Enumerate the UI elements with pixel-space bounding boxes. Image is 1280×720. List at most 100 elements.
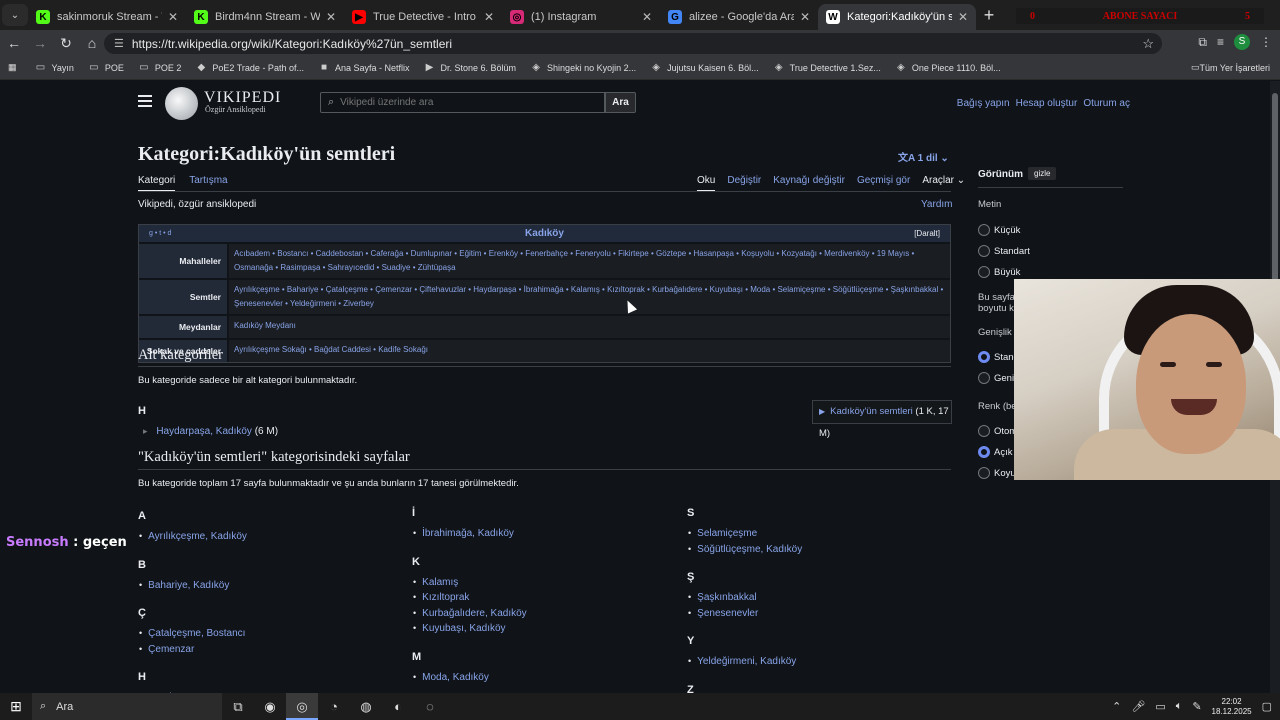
address-bar[interactable]: ☰ https://tr.wikipedia.org/wiki/Kategori… <box>104 33 1162 54</box>
bookmark-item[interactable]: ◈ Shingeki no Kyojin 2... <box>530 62 636 73</box>
page-link[interactable]: Çemenzar <box>139 644 194 655</box>
bookmark-item[interactable]: ▭ Yayın <box>35 62 74 73</box>
color-dark[interactable]: Koyu <box>978 467 1016 479</box>
text-size-standard[interactable]: Standart <box>978 245 1030 257</box>
tab-search-button[interactable]: ⌄ <box>2 4 28 26</box>
bookmark-item[interactable]: ◈ One Piece 1110. Böl... <box>895 62 1001 73</box>
browser-tab[interactable]: ▶ True Detective - Intro / Opening ✕ <box>344 4 502 30</box>
text-size-large[interactable]: Büyük <box>978 266 1020 278</box>
app-icon[interactable]: ◌ <box>414 693 446 720</box>
close-tab-icon[interactable]: ✕ <box>958 10 968 24</box>
home-icon[interactable]: ⌂ <box>80 35 104 51</box>
discord-icon[interactable]: ◔ <box>318 693 350 720</box>
windows-start-icon[interactable]: ⊞ <box>0 698 32 715</box>
page-link-text[interactable]: Moda, Kadıköy <box>422 672 489 683</box>
task-view-icon[interactable]: ⧉ <box>222 693 254 720</box>
media-icon[interactable]: ≡ <box>1217 35 1224 49</box>
page-link-text[interactable]: Çemenzar <box>148 644 194 655</box>
page-link[interactable]: Kurbağalıdere, Kadıköy <box>413 608 527 619</box>
navbox-collapse-button[interactable]: [Daralt] <box>914 225 940 242</box>
bookmark-star-icon[interactable]: ☆ <box>1142 36 1154 52</box>
page-link[interactable]: İbrahimağa, Kadıköy <box>413 528 514 539</box>
page-link-text[interactable]: Selamiçeşme <box>697 528 757 539</box>
main-menu-icon[interactable] <box>138 95 152 107</box>
page-link-text[interactable]: Kurbağalıdere, Kadıköy <box>422 608 527 619</box>
width-wide[interactable]: Geni <box>978 372 1014 384</box>
page-link[interactable]: Şenesenevler <box>688 608 758 619</box>
page-link[interactable]: Kalamış <box>413 577 458 588</box>
bookmark-item[interactable]: ◈ True Detective 1.Sez... <box>773 62 881 73</box>
page-link[interactable]: Bahariye, Kadıköy <box>139 580 229 591</box>
page-link-text[interactable]: İbrahimağa, Kadıköy <box>422 528 514 539</box>
subcategory-link[interactable]: Haydarpaşa, Kadıköy <box>156 426 252 437</box>
tab-history[interactable]: Geçmişi gör <box>857 175 910 192</box>
page-link-text[interactable]: Kalamış <box>422 577 458 588</box>
page-link[interactable]: Yeldeğirmeni, Kadıköy <box>688 656 796 667</box>
page-link[interactable]: Söğütlüçeşme, Kadıköy <box>688 544 802 555</box>
browser-tab[interactable]: Ksakinmoruk Stream - Watch Live ✕ <box>28 4 186 30</box>
bookmark-item[interactable]: ◈ Jujutsu Kaisen 6. Böl... <box>650 62 758 73</box>
page-link[interactable]: Çatalçeşme, Bostancı <box>139 628 245 639</box>
create-account-link[interactable]: Hesap oluştur <box>1016 98 1078 109</box>
page-link[interactable]: Kızıltoprak <box>413 592 469 603</box>
microphone-icon[interactable]: 🎤︎ <box>1131 700 1145 713</box>
subcategory-item[interactable]: Haydarpaşa, Kadıköy (6 M) <box>143 426 278 437</box>
page-link-text[interactable]: Söğütlüçeşme, Kadıköy <box>697 544 802 555</box>
new-tab-button[interactable]: + <box>976 5 1002 26</box>
width-standard[interactable]: Stand <box>978 351 1019 363</box>
notifications-icon[interactable]: ▢ <box>1262 700 1272 713</box>
navbox-link-list[interactable]: Kadıköy Meydanı <box>227 316 950 338</box>
text-size-small[interactable]: Küçük <box>978 224 1020 236</box>
bookmark-item[interactable]: ◆ PoE2 Trade - Path of... <box>195 62 304 73</box>
reload-icon[interactable]: ↻ <box>54 35 78 52</box>
tab-talk[interactable]: Tartışma <box>189 175 227 192</box>
page-link[interactable]: Kuyubaşı, Kadıköy <box>413 623 505 634</box>
search-button[interactable]: Ara <box>605 92 636 113</box>
close-tab-icon[interactable]: ✕ <box>642 10 652 24</box>
tab-edit-source[interactable]: Kaynağı değiştir <box>773 175 845 192</box>
navbox-link-list[interactable]: Acıbadem • Bostancı • Caddebostan • Cafe… <box>227 244 950 278</box>
tools-menu[interactable]: Araçlar ⌄ <box>922 175 965 192</box>
navbox-link-list[interactable]: Ayrılıkçeşme Sokağı • Bağdat Caddesi • K… <box>227 340 950 362</box>
wikipedia-globe-logo[interactable] <box>165 87 198 120</box>
tab-read[interactable]: Oku <box>697 175 716 192</box>
page-link-text[interactable]: Bahariye, Kadıköy <box>148 580 229 591</box>
network-icon[interactable]: ▭ <box>1155 700 1165 713</box>
page-link[interactable]: Selamiçeşme <box>688 528 757 539</box>
site-info-icon[interactable]: ☰ <box>114 37 124 50</box>
spotify-icon[interactable]: ◍ <box>350 693 382 720</box>
scrollbar-thumb[interactable] <box>1272 93 1278 283</box>
navbox-title[interactable]: Kadıköy <box>525 228 564 239</box>
bookmark-item[interactable]: ■ Ana Sayfa - Netflix <box>318 62 410 73</box>
obs-icon[interactable]: ◐ <box>382 693 414 720</box>
language-button[interactable]: 文A 1 dil ⌄ <box>898 149 949 164</box>
page-link-text[interactable]: Kızıltoprak <box>422 592 469 603</box>
help-link[interactable]: Yardım <box>921 199 953 210</box>
donate-link[interactable]: Bağış yapın <box>957 98 1010 109</box>
expand-triangle-icon[interactable]: ▶ <box>819 407 825 416</box>
category-tree-box[interactable]: ▶ Kadıköy'ün semtleri (1 K, 17 M) <box>812 400 952 439</box>
page-link-text[interactable]: Yeldeğirmeni, Kadıköy <box>697 656 796 667</box>
page-link-text[interactable]: Kuyubaşı, Kadıköy <box>422 623 505 634</box>
steam-icon[interactable]: ◉ <box>254 693 286 720</box>
close-tab-icon[interactable]: ✕ <box>326 10 336 24</box>
page-link[interactable]: Şaşkınbakkal <box>688 592 756 603</box>
search-field[interactable]: ⌕ <box>320 92 605 113</box>
forward-arrow-icon[interactable]: → <box>28 35 52 51</box>
tab-edit[interactable]: Değiştir <box>727 175 761 192</box>
apps-grid-icon[interactable]: ▦ <box>8 62 17 73</box>
browser-tab[interactable]: K Birdm4nn Stream - Watch Live ✕ <box>186 4 344 30</box>
category-tree-link[interactable]: Kadıköy'ün semtleri <box>830 406 913 417</box>
page-link[interactable]: Ayrılıkçeşme, Kadıköy <box>139 531 247 542</box>
close-tab-icon[interactable]: ✕ <box>800 10 810 24</box>
page-link-text[interactable]: Çatalçeşme, Bostancı <box>148 628 245 639</box>
page-link-text[interactable]: Şaşkınbakkal <box>697 592 756 603</box>
taskbar-clock[interactable]: 22:02 18.12.2025 <box>1212 697 1252 717</box>
pen-icon[interactable]: ✎ <box>1192 700 1201 713</box>
page-link-text[interactable]: Ayrılıkçeşme, Kadıköy <box>148 531 247 542</box>
color-auto[interactable]: Otom <box>978 425 1017 437</box>
color-light[interactable]: Açık <box>978 446 1012 458</box>
navbox-vte-links[interactable]: g • t • d <box>149 225 171 242</box>
navbox-link-list[interactable]: Ayrılıkçeşme • Bahariye • Çatalçeşme • Ç… <box>227 280 950 314</box>
tray-chevron-icon[interactable]: ⌃ <box>1112 700 1121 713</box>
